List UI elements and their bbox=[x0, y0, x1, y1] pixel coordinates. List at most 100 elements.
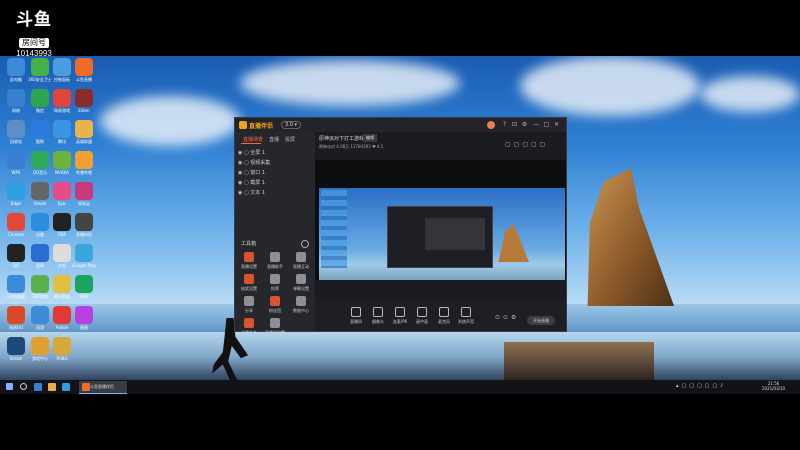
app-icon bbox=[7, 58, 25, 76]
start-live-button[interactable]: 开始直播 bbox=[527, 316, 555, 325]
app-icon bbox=[75, 306, 93, 324]
toolbox-item-icon bbox=[296, 296, 306, 306]
toolbox-item[interactable]: 主播任务 bbox=[237, 318, 261, 336]
desktop-icon[interactable]: Elden bbox=[70, 89, 98, 113]
toolbox-item[interactable]: 分享 bbox=[237, 296, 261, 314]
bottom-toolbar-button[interactable]: 连麦/PK bbox=[389, 307, 411, 325]
toolbox-item-icon bbox=[244, 274, 254, 284]
desktop-icon[interactable]: 哔哩哔哩 bbox=[70, 151, 98, 175]
wallpaper-cloud bbox=[520, 56, 700, 116]
settings-icon[interactable]: ⚙ bbox=[521, 121, 528, 128]
toolbox-item[interactable]: 直播设置 bbox=[237, 252, 261, 270]
minimize-icon[interactable]: — bbox=[533, 121, 540, 128]
desktop-icon[interactable]: 剪映 bbox=[70, 275, 98, 299]
desktop-icon[interactable]: 英雄联盟 bbox=[70, 120, 98, 144]
toolbox-item[interactable]: 直播间设置 bbox=[263, 318, 287, 336]
tab-live-scene[interactable]: 直播场景 bbox=[243, 136, 263, 143]
bottom-toolbar-icon bbox=[417, 307, 427, 317]
toolbox-item-icon bbox=[244, 318, 254, 328]
toolbox-item-label: 直播互动 bbox=[293, 264, 309, 269]
app-icon bbox=[53, 244, 71, 262]
tray-clock[interactable]: 21:56 2021/03/10 bbox=[762, 381, 785, 391]
desktop-icon-label: 网易云 bbox=[78, 201, 90, 206]
desktop-icon[interactable]: Google Play bbox=[70, 244, 98, 268]
toolbox-item[interactable]: 弹幕设置 bbox=[289, 274, 313, 292]
app-icon bbox=[75, 120, 93, 138]
app-icon bbox=[53, 306, 71, 324]
bottom-toolbar-button[interactable]: 摄像头 bbox=[367, 307, 389, 325]
file-explorer-icon[interactable] bbox=[48, 383, 56, 391]
toolbox-item-icon bbox=[244, 252, 254, 262]
toolbox-item[interactable]: 数据中心 bbox=[289, 296, 313, 314]
screenshot-icon[interactable]: ⊡ bbox=[511, 121, 518, 128]
toolbox-item-icon bbox=[270, 274, 280, 284]
toolbox-item[interactable]: 直播互动 bbox=[289, 252, 313, 270]
desktop-icon[interactable]: 画图 bbox=[70, 306, 98, 330]
app-icon bbox=[7, 89, 25, 107]
desktop-icon[interactable]: 直播伴侣 bbox=[70, 213, 98, 237]
app-icon bbox=[7, 244, 25, 262]
live-preview bbox=[315, 160, 566, 280]
desktop-icon-label: 画图 bbox=[80, 325, 88, 330]
room-tag: 房间号 bbox=[19, 38, 49, 48]
close-icon[interactable]: ✕ bbox=[553, 121, 560, 128]
bottom-toolbar-button[interactable]: 麦克风 bbox=[433, 307, 455, 325]
scene-item[interactable]: ◉ ▢ 窗口 1 bbox=[238, 169, 265, 176]
toolbox-item[interactable]: 投票 bbox=[263, 274, 287, 292]
desktop-icon[interactable]: 网易云 bbox=[70, 182, 98, 206]
version-dropdown[interactable]: 3.0 ▾ bbox=[281, 121, 302, 129]
desktop-icon-label: Elden bbox=[78, 108, 90, 113]
app-icon bbox=[53, 120, 71, 138]
toolbox-item-label: 数据中心 bbox=[293, 308, 309, 313]
app-icon bbox=[31, 89, 49, 107]
bottom-toolbar-button[interactable]: 画中画 bbox=[411, 307, 433, 325]
wallpaper-beach bbox=[0, 332, 800, 380]
tray-icons[interactable]: ▴▢▢▢▢▢♪ bbox=[676, 383, 726, 389]
app-icon bbox=[75, 58, 93, 76]
douyu-logo: 斗鱼 bbox=[16, 10, 52, 30]
toolbox-settings-icon[interactable] bbox=[301, 240, 309, 248]
app-icon bbox=[31, 182, 49, 200]
app-icon bbox=[75, 213, 93, 231]
taskbar: 斗鱼直播伴侣 ▴▢▢▢▢▢♪ 21:56 2021/03/10 bbox=[0, 380, 800, 394]
help-icon[interactable]: ? bbox=[501, 121, 508, 128]
room-stats: 原神派对 4.08万 11784393 ♥ 4.5 bbox=[319, 144, 384, 149]
toolbox-item-icon bbox=[270, 318, 280, 328]
desktop-icon[interactable]: PUBG bbox=[48, 337, 76, 361]
bottom-toolbar-button[interactable]: 系统声音 bbox=[455, 307, 477, 325]
toolbox-item-label: 抽奖设置 bbox=[241, 286, 257, 291]
start-icon[interactable] bbox=[6, 383, 13, 390]
toolbox-item-label: 分享 bbox=[245, 308, 253, 313]
edge-icon[interactable] bbox=[62, 383, 70, 391]
scene-item[interactable]: ◉ ▢ 全屏 1 bbox=[238, 149, 265, 156]
desktop-icon[interactable]: 斗鱼直播 bbox=[70, 58, 98, 82]
avatar[interactable] bbox=[487, 121, 495, 129]
desktop-icon-label: 直播伴侣 bbox=[76, 232, 92, 237]
maximize-icon[interactable]: □ bbox=[543, 121, 550, 128]
preview-toolbar-icons[interactable]: ▢▢▢▢▢ bbox=[505, 141, 563, 149]
desktop-icon-label: 哔哩哔哩 bbox=[76, 170, 92, 175]
scene-item[interactable]: ◉ ▢ 截屏 1 bbox=[238, 179, 265, 186]
app-icon bbox=[53, 58, 71, 76]
app-icon bbox=[7, 275, 25, 293]
search-icon[interactable] bbox=[20, 383, 27, 390]
task-view-icon[interactable] bbox=[34, 383, 42, 391]
toolbox-item[interactable]: 抽奖设置 bbox=[237, 274, 261, 292]
bottom-extra-icons[interactable]: ⊙⊙⚙ bbox=[495, 314, 519, 321]
bottom-toolbar-label: 摄像头 bbox=[372, 319, 384, 324]
bottom-toolbar-button[interactable]: 直播间 bbox=[345, 307, 367, 325]
toolbox-title: 工具箱 bbox=[241, 241, 257, 247]
tab-live[interactable]: 直播 bbox=[269, 136, 279, 143]
douyu-watermark: 斗鱼 房间号 10143993 bbox=[10, 10, 58, 58]
desktop-icon-label: 英雄联盟 bbox=[76, 139, 92, 144]
scene-item[interactable]: ◉ ▢ 文本 1 bbox=[238, 189, 265, 196]
toolbox-item-label: 粉丝团 bbox=[269, 308, 281, 313]
tab-cast[interactable]: 投屏 bbox=[285, 136, 295, 143]
scene-item[interactable]: ◉ ▢ 视频采集 bbox=[238, 159, 270, 166]
edit-button[interactable]: 编辑 bbox=[363, 134, 377, 142]
app-icon bbox=[53, 89, 71, 107]
room-title: 原神派对下打工游戏 bbox=[319, 136, 365, 142]
toolbox-item[interactable]: 直播助手 bbox=[263, 252, 287, 270]
toolbox-item[interactable]: 粉丝团 bbox=[263, 296, 287, 314]
app-icon bbox=[53, 151, 71, 169]
